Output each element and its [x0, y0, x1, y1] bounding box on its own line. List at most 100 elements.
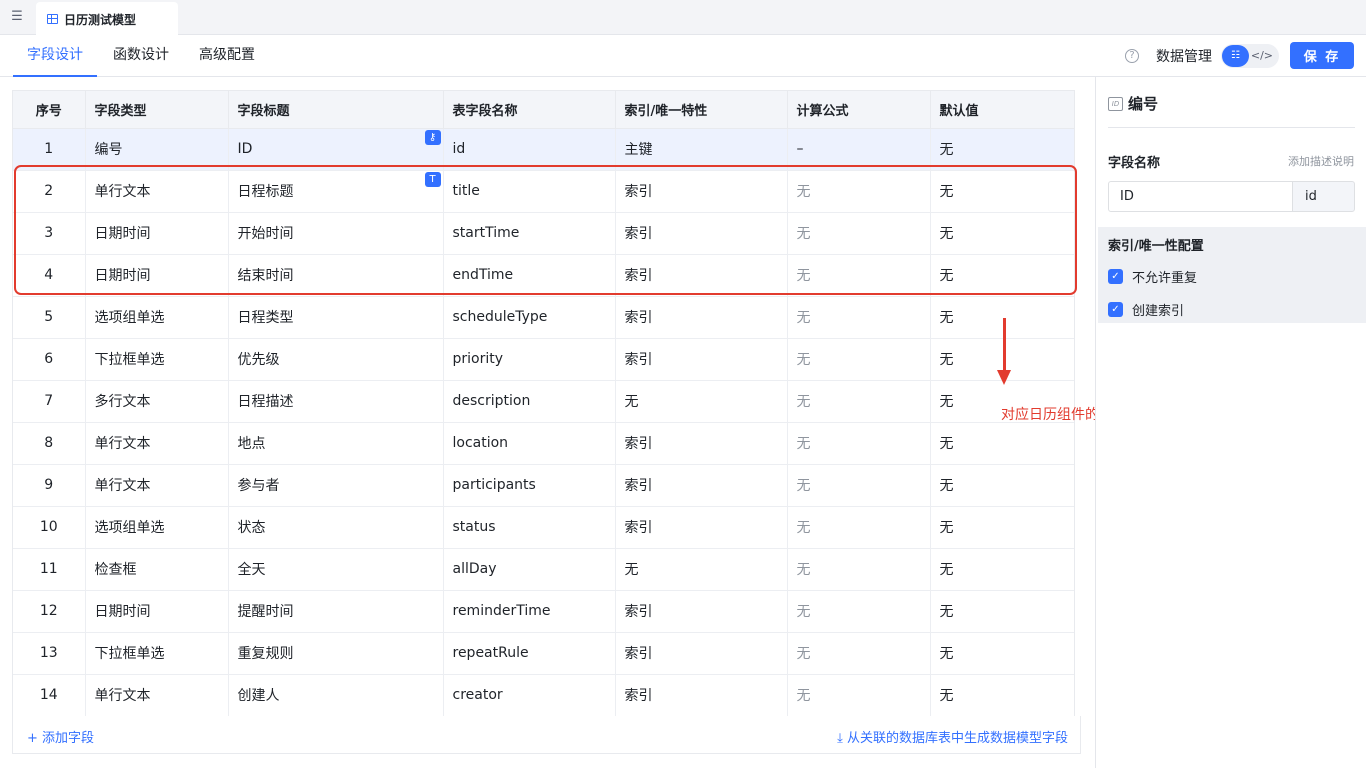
panel-title: 编号	[1128, 95, 1159, 113]
table-header-row: 序号 字段类型 字段标题 表字段名称 索引/唯一特性 计算公式 默认值	[13, 91, 1074, 129]
cell-field-type: 日期时间	[85, 254, 229, 297]
table-row[interactable]: 5 选项组单选 日程类型 scheduleType 索引无无	[13, 296, 1074, 339]
cell-field-title: 结束时间	[228, 254, 444, 297]
table-footer: + 添加字段 ⤓ 从关联的数据库表中生成数据模型字段	[12, 716, 1081, 754]
checkmark-icon: ✓	[1108, 269, 1123, 284]
cell-default: 无	[930, 128, 1074, 171]
cell-field-type: 选项组单选	[85, 506, 229, 549]
cell-field-type: 日期时间	[85, 590, 229, 633]
field-table: 序号 字段类型 字段标题 表字段名称 索引/唯一特性 计算公式 默认值 1 编号 I…	[13, 91, 1074, 716]
cell-formula: 无	[787, 674, 931, 716]
model-tab[interactable]: 日历测试模型	[36, 2, 178, 36]
cell-index-unique: 索引	[615, 212, 788, 255]
cell-formula: 无	[787, 422, 931, 465]
table-row[interactable]: 9 单行文本 参与者 participants 索引无无	[13, 464, 1074, 507]
column-name-field: id	[1292, 181, 1355, 212]
key-icon[interactable]: ⚷	[424, 129, 441, 145]
cell-field-type: 检查框	[85, 548, 229, 591]
table-row[interactable]: 8 单行文本 地点 location 索引无无	[13, 422, 1074, 465]
table-row[interactable]: 6 下拉框单选 优先级 priority 索引无无	[13, 338, 1074, 381]
collapse-sidebar-icon[interactable]: ☰	[8, 8, 26, 26]
cell-index-unique: 索引	[615, 254, 788, 297]
cell-field-title: 日程标题 T	[228, 170, 444, 213]
cell-default: 无	[930, 632, 1074, 675]
tab-field-design[interactable]: 字段设计	[13, 35, 97, 77]
col-header-default[interactable]: 默认值	[930, 91, 1074, 129]
cell-formula: 无	[787, 254, 931, 297]
col-header-field-title[interactable]: 字段标题	[228, 91, 444, 129]
cell-formula: 无	[787, 590, 931, 633]
cell-field-title: 地点	[228, 422, 444, 465]
cell-index: 10	[13, 506, 86, 549]
help-icon[interactable]: ?	[1125, 49, 1139, 63]
cell-field-type: 单行文本	[85, 464, 229, 507]
table-row[interactable]: 11 检查框 全天 allDay 无无无	[13, 548, 1074, 591]
cell-index-unique: 索引	[615, 296, 788, 339]
tab-advanced-config[interactable]: 高级配置	[199, 35, 255, 77]
cell-index: 5	[13, 296, 86, 339]
cell-field-title: 创建人	[228, 674, 444, 716]
cell-formula: –	[787, 128, 931, 171]
no-duplicate-checkbox[interactable]: ✓ 不允许重复	[1108, 267, 1197, 286]
code-icon[interactable]: </>	[1251, 45, 1273, 67]
col-header-formula[interactable]: 计算公式	[787, 91, 931, 129]
cell-column-name: status	[443, 506, 616, 549]
col-header-index[interactable]: 序号	[13, 91, 86, 129]
cell-default: 无	[930, 212, 1074, 255]
cell-formula: 无	[787, 464, 931, 507]
cell-field-title: 日程类型	[228, 296, 444, 339]
col-header-index-unique[interactable]: 索引/唯一特性	[615, 91, 788, 129]
text-type-icon[interactable]: T	[424, 171, 441, 187]
cell-column-name: repeatRule	[443, 632, 616, 675]
table-row[interactable]: 1 编号 ID ⚷ id 主键 – 无	[13, 128, 1074, 171]
cell-default: 无	[930, 548, 1074, 591]
generate-from-db-button[interactable]: ⤓ 从关联的数据库表中生成数据模型字段	[837, 727, 1068, 746]
no-duplicate-label: 不允许重复	[1132, 271, 1198, 286]
table-row[interactable]: 2 单行文本 日程标题 Ttitle 索引无无	[13, 170, 1074, 213]
table-row[interactable]: 7 多行文本 日程描述 description 无无无	[13, 380, 1074, 423]
table-row[interactable]: 10 选项组单选 状态 status 索引无无	[13, 506, 1074, 549]
cell-index: 1	[13, 128, 86, 171]
cell-column-name: title	[443, 170, 616, 213]
cell-field-type: 下拉框单选	[85, 338, 229, 381]
cell-field-title: 全天	[228, 548, 444, 591]
index-config-section: 索引/唯一性配置 ✓ 不允许重复 ✓ 创建索引	[1098, 227, 1366, 323]
save-button[interactable]: 保 存	[1290, 42, 1354, 69]
cell-field-title: 优先级	[228, 338, 444, 381]
view-mode-toggle[interactable]: ☷ </>	[1221, 44, 1279, 68]
cell-column-name: scheduleType	[443, 296, 616, 339]
table-row[interactable]: 3 日期时间 开始时间 startTime 索引无无	[13, 212, 1074, 255]
cell-field-type: 单行文本	[85, 674, 229, 716]
field-title-input[interactable]	[1108, 181, 1293, 212]
cell-index: 2	[13, 170, 86, 213]
cell-default: 无	[930, 254, 1074, 297]
cell-index: 13	[13, 632, 86, 675]
table-row[interactable]: 14 单行文本 创建人 creator 索引无无	[13, 674, 1074, 716]
settings-icon[interactable]: ☷	[1222, 45, 1249, 67]
cell-index-unique: 索引	[615, 422, 788, 465]
add-field-button[interactable]: + 添加字段	[27, 727, 94, 746]
field-table-container[interactable]: 序号 字段类型 字段标题 表字段名称 索引/唯一特性 计算公式 默认值 1 编号 I…	[12, 90, 1075, 716]
create-index-checkbox[interactable]: ✓ 创建索引	[1108, 300, 1184, 319]
cell-default: 无	[930, 674, 1074, 716]
field-properties-panel: ID 编号 字段名称 添加描述说明 id 索引/唯一性配置 ✓ 不允许重复 ✓ …	[1095, 77, 1366, 768]
table-row[interactable]: 4 日期时间 结束时间 endTime 索引无无	[13, 254, 1074, 297]
cell-formula: 无	[787, 170, 931, 213]
cell-column-name: participants	[443, 464, 616, 507]
cell-field-type: 单行文本	[85, 170, 229, 213]
cell-default: 无	[930, 170, 1074, 213]
cell-field-type: 选项组单选	[85, 296, 229, 339]
cell-field-type: 编号	[85, 128, 229, 171]
col-header-column-name[interactable]: 表字段名称	[443, 91, 616, 129]
create-index-label: 创建索引	[1132, 304, 1185, 319]
table-row[interactable]: 13 下拉框单选 重复规则 repeatRule 索引无无	[13, 632, 1074, 675]
cell-index-unique: 索引	[615, 632, 788, 675]
cell-index-unique: 无	[615, 548, 788, 591]
cell-index: 9	[13, 464, 86, 507]
tab-function-design[interactable]: 函数设计	[113, 35, 169, 77]
cell-default: 无	[930, 464, 1074, 507]
table-row[interactable]: 12 日期时间 提醒时间 reminderTime 索引无无	[13, 590, 1074, 633]
cell-formula: 无	[787, 212, 931, 255]
col-header-field-type[interactable]: 字段类型	[85, 91, 229, 129]
add-description-link[interactable]: 添加描述说明	[1288, 153, 1354, 169]
